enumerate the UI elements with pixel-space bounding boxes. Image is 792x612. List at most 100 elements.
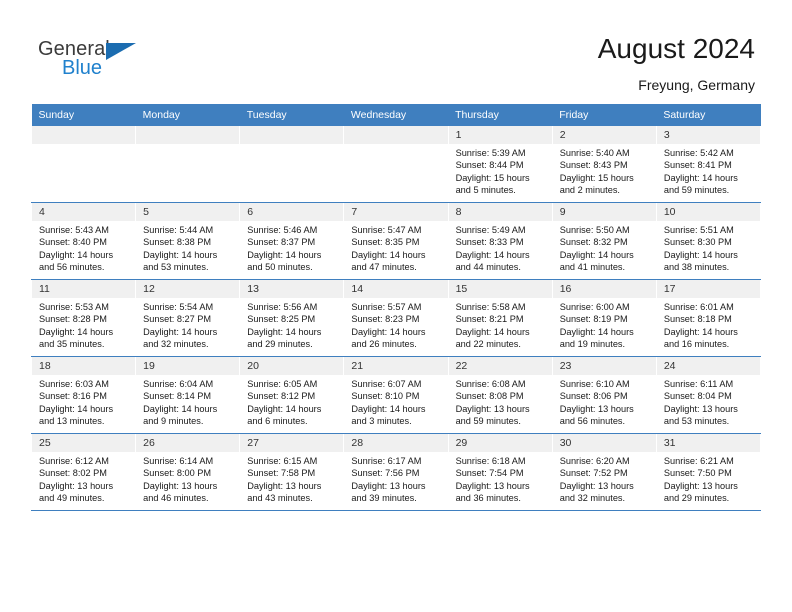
daylight-text-line2: and 19 minutes. — [559, 339, 626, 350]
day-cell[interactable]: 4 Sunrise: 5:43 AM Sunset: 8:40 PM Dayli… — [30, 202, 137, 280]
day-info: Sunrise: 6:20 AM Sunset: 7:52 PM Dayligh… — [553, 452, 656, 505]
day-number — [32, 126, 136, 144]
day-cell[interactable]: 25 Sunrise: 6:12 AM Sunset: 8:02 PM Dayl… — [30, 433, 137, 511]
sunrise-text: Sunrise: 6:03 AM — [39, 379, 109, 389]
day-cell[interactable]: 23 Sunrise: 6:10 AM Sunset: 8:06 PM Dayl… — [551, 356, 657, 434]
daylight-text-line1: Daylight: 14 hours — [455, 326, 530, 337]
day-cell[interactable]: 10 Sunrise: 5:51 AM Sunset: 8:30 PM Dayl… — [655, 202, 762, 280]
day-info: Sunrise: 5:40 AM Sunset: 8:43 PM Dayligh… — [553, 144, 656, 197]
sunrise-text: Sunrise: 5:43 AM — [39, 225, 109, 235]
day-cell[interactable]: 21 Sunrise: 6:07 AM Sunset: 8:10 PM Dayl… — [343, 356, 449, 434]
day-info: Sunrise: 6:01 AM Sunset: 8:18 PM Dayligh… — [657, 298, 760, 351]
daylight-text-line2: and 2 minutes. — [559, 185, 620, 196]
day-cell[interactable]: 29 Sunrise: 6:18 AM Sunset: 7:54 PM Dayl… — [447, 433, 553, 511]
daylight-text-line2: and 3 minutes. — [351, 416, 412, 427]
day-number: 30 — [552, 434, 656, 452]
day-cell[interactable]: 19 Sunrise: 6:04 AM Sunset: 8:14 PM Dayl… — [135, 356, 241, 434]
day-cell[interactable]: 16 Sunrise: 6:00 AM Sunset: 8:19 PM Dayl… — [551, 279, 657, 357]
page-subtitle-location: Freyung, Germany — [638, 77, 755, 93]
day-cell[interactable]: 5 Sunrise: 5:44 AM Sunset: 8:38 PM Dayli… — [135, 202, 241, 280]
day-cell[interactable]: 7 Sunrise: 5:47 AM Sunset: 8:35 PM Dayli… — [343, 202, 449, 280]
day-cell[interactable]: 17 Sunrise: 6:01 AM Sunset: 8:18 PM Dayl… — [655, 279, 762, 357]
day-cell[interactable]: 13 Sunrise: 5:56 AM Sunset: 8:25 PM Dayl… — [239, 279, 345, 357]
sunset-text: Sunset: 8:00 PM — [143, 468, 212, 479]
daylight-text-line1: Daylight: 14 hours — [663, 326, 738, 337]
day-number: 25 — [32, 434, 136, 452]
sunrise-text: Sunrise: 6:17 AM — [351, 456, 422, 466]
day-info: Sunrise: 6:00 AM Sunset: 8:19 PM Dayligh… — [553, 298, 656, 351]
day-number: 8 — [448, 203, 552, 221]
day-cell[interactable]: 6 Sunrise: 5:46 AM Sunset: 8:37 PM Dayli… — [239, 202, 345, 280]
day-cell[interactable]: 18 Sunrise: 6:03 AM Sunset: 8:16 PM Dayl… — [30, 356, 137, 434]
day-cell[interactable]: 11 Sunrise: 5:53 AM Sunset: 8:28 PM Dayl… — [30, 279, 137, 357]
day-cell[interactable]: 1 Sunrise: 5:39 AM Sunset: 8:44 PM Dayli… — [447, 126, 553, 203]
day-cell[interactable]: 22 Sunrise: 6:08 AM Sunset: 8:08 PM Dayl… — [447, 356, 553, 434]
daylight-text-line1: Daylight: 13 hours — [247, 480, 322, 491]
day-info: Sunrise: 5:53 AM Sunset: 8:28 PM Dayligh… — [32, 298, 135, 351]
day-cell[interactable]: 9 Sunrise: 5:50 AM Sunset: 8:32 PM Dayli… — [551, 202, 657, 280]
daylight-text-line1: Daylight: 14 hours — [351, 403, 426, 414]
sunrise-text: Sunrise: 5:49 AM — [455, 225, 526, 235]
daylight-text-line2: and 56 minutes. — [39, 262, 105, 273]
day-cell[interactable]: 12 Sunrise: 5:54 AM Sunset: 8:27 PM Dayl… — [135, 279, 241, 357]
sunset-text: Sunset: 8:21 PM — [455, 314, 524, 325]
day-cell[interactable]: 30 Sunrise: 6:20 AM Sunset: 7:52 PM Dayl… — [551, 433, 657, 511]
day-cell[interactable]: 26 Sunrise: 6:14 AM Sunset: 8:00 PM Dayl… — [135, 433, 241, 511]
day-number: 10 — [656, 203, 760, 221]
day-cell[interactable]: 14 Sunrise: 5:57 AM Sunset: 8:23 PM Dayl… — [343, 279, 449, 357]
day-number: 5 — [136, 203, 240, 221]
week-row: 11 Sunrise: 5:53 AM Sunset: 8:28 PM Dayl… — [30, 279, 762, 357]
day-cell[interactable]: 8 Sunrise: 5:49 AM Sunset: 8:33 PM Dayli… — [447, 202, 553, 280]
daylight-text-line2: and 56 minutes. — [559, 416, 626, 427]
day-cell[interactable]: 28 Sunrise: 6:17 AM Sunset: 7:56 PM Dayl… — [343, 433, 449, 511]
sunrise-text: Sunrise: 6:10 AM — [559, 379, 630, 389]
day-info: Sunrise: 6:05 AM Sunset: 8:12 PM Dayligh… — [240, 375, 343, 428]
day-number: 6 — [240, 203, 344, 221]
day-cell[interactable]: 3 Sunrise: 5:42 AM Sunset: 8:41 PM Dayli… — [655, 126, 762, 203]
daylight-text-line2: and 49 minutes. — [39, 493, 105, 504]
sunset-text: Sunset: 8:14 PM — [143, 391, 212, 402]
day-info: Sunrise: 5:46 AM Sunset: 8:37 PM Dayligh… — [240, 221, 343, 274]
day-cell[interactable]: 31 Sunrise: 6:21 AM Sunset: 7:50 PM Dayl… — [655, 433, 762, 511]
daylight-text-line2: and 46 minutes. — [143, 493, 209, 504]
sunrise-text: Sunrise: 5:47 AM — [351, 225, 422, 235]
day-cell-empty — [135, 126, 241, 203]
day-cell[interactable]: 27 Sunrise: 6:15 AM Sunset: 7:58 PM Dayl… — [239, 433, 345, 511]
sunrise-text: Sunrise: 5:40 AM — [559, 148, 630, 158]
daylight-text-line2: and 6 minutes. — [247, 416, 308, 427]
day-number — [344, 126, 448, 144]
day-info: Sunrise: 5:58 AM Sunset: 8:21 PM Dayligh… — [449, 298, 552, 351]
day-number: 16 — [552, 280, 656, 298]
daylight-text-line1: Daylight: 14 hours — [39, 403, 114, 414]
day-cell[interactable]: 24 Sunrise: 6:11 AM Sunset: 8:04 PM Dayl… — [655, 356, 762, 434]
day-info: Sunrise: 6:10 AM Sunset: 8:06 PM Dayligh… — [553, 375, 656, 428]
sunset-text: Sunset: 8:37 PM — [247, 237, 316, 248]
week-row: 4 Sunrise: 5:43 AM Sunset: 8:40 PM Dayli… — [30, 202, 762, 280]
daylight-text-line2: and 47 minutes. — [351, 262, 417, 273]
sunrise-text: Sunrise: 6:00 AM — [559, 302, 630, 312]
day-number: 21 — [344, 357, 448, 375]
sunset-text: Sunset: 8:28 PM — [39, 314, 107, 325]
sunrise-text: Sunrise: 6:01 AM — [663, 302, 734, 312]
day-cell-empty — [343, 126, 449, 203]
day-cell-empty — [239, 126, 345, 203]
day-cell[interactable]: 15 Sunrise: 5:58 AM Sunset: 8:21 PM Dayl… — [447, 279, 553, 357]
day-cell[interactable]: 2 Sunrise: 5:40 AM Sunset: 8:43 PM Dayli… — [551, 126, 657, 203]
sunrise-text: Sunrise: 6:20 AM — [559, 456, 630, 466]
day-number: 23 — [552, 357, 656, 375]
daylight-text-line2: and 5 minutes. — [455, 185, 516, 196]
day-info: Sunrise: 6:08 AM Sunset: 8:08 PM Dayligh… — [449, 375, 552, 428]
sunrise-text: Sunrise: 6:04 AM — [143, 379, 214, 389]
daylight-text-line2: and 59 minutes. — [663, 185, 730, 196]
sunset-text: Sunset: 7:56 PM — [351, 468, 420, 479]
daylight-text-line2: and 41 minutes. — [559, 262, 626, 273]
sunrise-text: Sunrise: 5:57 AM — [351, 302, 422, 312]
daylight-text-line1: Daylight: 14 hours — [143, 326, 218, 337]
sunset-text: Sunset: 8:19 PM — [559, 314, 628, 325]
day-cell[interactable]: 20 Sunrise: 6:05 AM Sunset: 8:12 PM Dayl… — [239, 356, 345, 434]
weekday-header-row: Sunday Monday Tuesday Wednesday Thursday… — [31, 104, 761, 126]
calendar-page: General Blue August 2024 Freyung, German… — [0, 0, 792, 612]
general-blue-logo: General Blue — [38, 38, 158, 86]
week-row: 25 Sunrise: 6:12 AM Sunset: 8:02 PM Dayl… — [30, 433, 762, 511]
sunset-text: Sunset: 7:54 PM — [455, 468, 524, 479]
